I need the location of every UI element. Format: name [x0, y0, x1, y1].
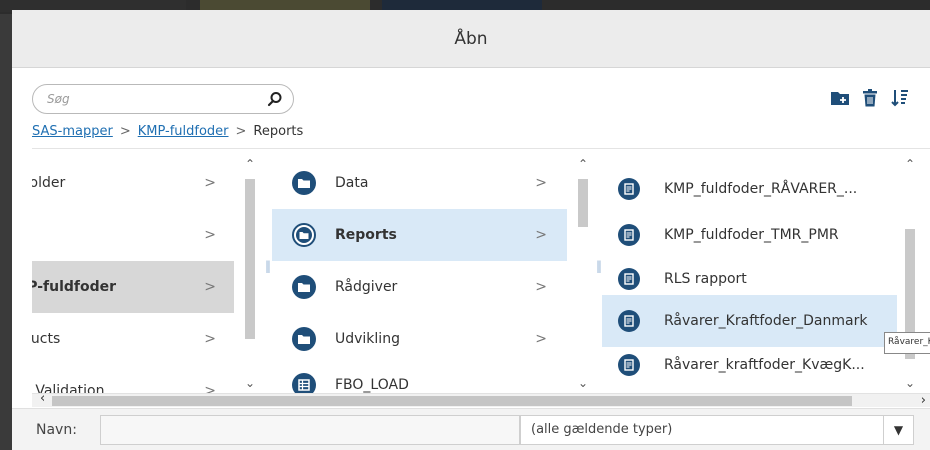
list-item[interactable]: Data >: [272, 157, 567, 209]
chevron-right-icon: >: [204, 383, 216, 393]
chevron-right-icon: >: [204, 279, 216, 295]
report-icon: [618, 354, 640, 376]
chevron-right-icon: >: [204, 227, 216, 243]
list-item-label: FBO_LOAD: [335, 377, 409, 393]
list-item[interactable]: S Validation >: [32, 365, 234, 393]
list-item[interactable]: Udvikling >: [272, 313, 567, 365]
open-dialog: Åbn SAS-mapper > KMP-fuldfoder > Reports…: [12, 10, 930, 450]
dialog-titlebar: Åbn: [12, 10, 930, 68]
list-item-label: Rådgiver: [335, 279, 398, 295]
column-browser: Folder > A > IP-fuldfoder > ducts > S Va…: [32, 148, 930, 393]
sort-icon[interactable]: [890, 88, 910, 108]
list-item[interactable]: Råvarer_kraftfoder_KvægK...: [602, 339, 897, 391]
scrollbar-thumb[interactable]: [578, 179, 588, 227]
list-item-label: ducts: [32, 331, 61, 347]
chevron-right-icon: >: [204, 175, 216, 191]
breadcrumb-link-sas-mapper[interactable]: SAS-mapper: [32, 124, 113, 139]
scroll-down-icon[interactable]: ⌄: [902, 376, 918, 392]
file-type-select[interactable]: (alle gældende typer) ▼: [520, 415, 914, 445]
chevron-right-icon: >: [204, 331, 216, 347]
dropdown-arrow-icon[interactable]: ▼: [883, 416, 913, 444]
scroll-right-icon[interactable]: ›: [921, 393, 926, 408]
scroll-up-icon[interactable]: ⌃: [902, 157, 918, 173]
folder-icon: [292, 275, 316, 299]
list-item[interactable]: FBO_LOAD: [272, 359, 567, 393]
tooltip: Råvarer_Kraftfoder_Danmark: [884, 332, 930, 354]
list-item-label: KMP_fuldfoder_RÅVARER_...: [664, 181, 858, 197]
column-3-scrollbar[interactable]: ⌃ ⌄: [902, 149, 918, 393]
report-icon: [618, 310, 640, 332]
list-item-selected[interactable]: IP-fuldfoder >: [32, 261, 234, 313]
table-icon: [292, 373, 316, 393]
search-box[interactable]: [32, 84, 294, 114]
search-icon[interactable]: [267, 91, 283, 107]
report-icon: [618, 178, 640, 200]
folder-column-2: Data > Reports > Rådgiver > Udvikling > …: [272, 149, 595, 393]
new-folder-icon[interactable]: [830, 88, 850, 108]
chevron-right-icon: >: [535, 279, 547, 295]
column-2-scrollbar[interactable]: ⌃ ⌄: [575, 149, 591, 393]
file-type-value: (alle gældende typer): [531, 422, 673, 437]
list-item-label: Råvarer_kraftfoder_KvægK...: [664, 357, 865, 373]
scroll-down-icon[interactable]: ⌄: [242, 376, 258, 392]
folder-icon: [292, 171, 316, 195]
list-item[interactable]: A >: [32, 209, 234, 261]
list-item-label: RLS rapport: [664, 271, 747, 287]
scroll-up-icon[interactable]: ⌃: [242, 157, 258, 173]
list-item-label: KMP_fuldfoder_TMR_PMR: [664, 227, 839, 243]
scrollbar-thumb[interactable]: [245, 179, 255, 339]
breadcrumb-link-kmp-fuldfoder[interactable]: KMP-fuldfoder: [138, 124, 229, 139]
list-item[interactable]: KMP_fuldfoder_RÅVARER_...: [602, 163, 897, 215]
column-1-scrollbar[interactable]: ⌃ ⌄: [242, 149, 258, 393]
list-item[interactable]: Rådgiver >: [272, 261, 567, 313]
delete-icon[interactable]: [860, 88, 880, 108]
folder-icon: [292, 327, 316, 351]
report-icon: [618, 224, 640, 246]
breadcrumb-current: Reports: [253, 124, 304, 139]
breadcrumb: SAS-mapper > KMP-fuldfoder > Reports: [32, 124, 303, 139]
list-item-selected[interactable]: Reports >: [272, 209, 567, 261]
list-item-label: Udvikling: [335, 331, 400, 347]
list-item-label: Data: [335, 175, 369, 191]
breadcrumb-separator: >: [235, 124, 247, 139]
list-item-label: Folder: [32, 175, 66, 191]
scroll-up-icon[interactable]: ⌃: [575, 157, 591, 173]
scrollbar-thumb[interactable]: [52, 396, 852, 406]
scroll-down-icon[interactable]: ⌄: [575, 376, 591, 392]
chevron-right-icon: >: [535, 175, 547, 191]
list-item-label: Reports: [335, 227, 397, 243]
folder-column-1: Folder > A > IP-fuldfoder > ducts > S Va…: [32, 149, 264, 393]
name-input[interactable]: [100, 415, 520, 445]
list-item-label: Råvarer_Kraftfoder_Danmark: [664, 313, 868, 329]
scroll-left-icon[interactable]: ‹: [40, 391, 45, 406]
report-icon: [618, 268, 640, 290]
chevron-right-icon: >: [535, 227, 547, 243]
column-resize-handle[interactable]: ‖: [264, 259, 272, 279]
toolbar: [830, 88, 910, 108]
folder-icon: [292, 223, 316, 247]
list-item-label: IP-fuldfoder: [32, 279, 117, 295]
name-label: Navn:: [36, 422, 77, 438]
horizontal-scrollbar[interactable]: ‹ ›: [32, 391, 930, 408]
chevron-right-icon: >: [535, 331, 547, 347]
list-item[interactable]: ducts >: [32, 313, 234, 365]
list-item[interactable]: Folder >: [32, 157, 234, 209]
search-input[interactable]: [47, 90, 247, 108]
dialog-footer: Navn: (alle gældende typer) ▼: [12, 408, 930, 450]
breadcrumb-separator: >: [119, 124, 131, 139]
file-column-3: KMP_fuldfoder_RÅVARER_... KMP_fuldfoder_…: [602, 149, 930, 393]
dialog-title: Åbn: [454, 28, 488, 49]
